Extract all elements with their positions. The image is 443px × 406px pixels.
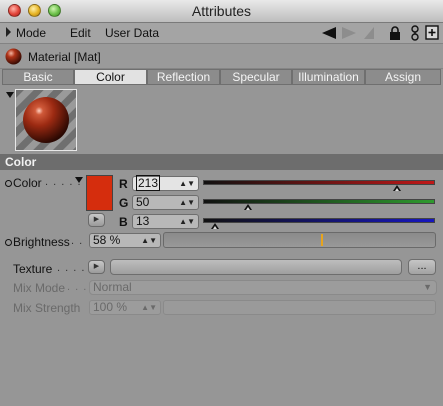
mix-mode-label: Mix Mode <box>13 281 66 295</box>
texture-browse-button[interactable]: ... <box>408 259 436 275</box>
spinner-icon[interactable]: ▲▼ <box>179 196 195 209</box>
tab-reflection[interactable]: Reflection <box>147 69 220 85</box>
node-icon[interactable] <box>409 25 421 41</box>
material-name: Material [Mat] <box>28 50 101 64</box>
tab-bar: Basic Color Reflection Specular Illumina… <box>2 69 441 86</box>
tab-label: Color <box>96 70 125 84</box>
slider-handle-inner <box>246 207 251 210</box>
tab-specular[interactable]: Specular <box>220 69 292 85</box>
tab-color[interactable]: Color <box>74 69 147 85</box>
tab-label: Reflection <box>156 70 211 84</box>
preview-toggle-icon[interactable] <box>6 92 14 98</box>
material-preview[interactable] <box>15 89 77 151</box>
channel-label-b: B <box>119 215 128 229</box>
animation-dot-icon[interactable] <box>5 180 12 187</box>
material-ball-icon <box>5 48 22 65</box>
channel-slider-b[interactable] <box>203 218 435 223</box>
menu-bar: Mode Edit User Data <box>0 23 443 44</box>
menu-edit[interactable]: Edit <box>70 26 91 40</box>
forward-arrow-icon[interactable] <box>340 26 358 40</box>
color-label: Color <box>13 176 42 190</box>
color-options-button[interactable]: ▶ <box>88 213 105 227</box>
section-header-color: Color <box>0 154 443 170</box>
texture-options-button[interactable]: ▶ <box>88 260 105 274</box>
color-picker-menu-icon[interactable] <box>75 177 83 183</box>
spinner-icon[interactable]: ▲▼ <box>179 177 195 190</box>
mix-strength-slider[interactable] <box>163 300 436 315</box>
texture-field[interactable] <box>110 259 402 275</box>
tab-label: Specular <box>232 70 280 84</box>
color-swatch[interactable] <box>86 175 113 211</box>
mix-strength-label: Mix Strength <box>13 301 81 315</box>
title-bar[interactable]: Attributes <box>0 0 443 23</box>
texture-label: Texture <box>13 262 53 276</box>
brightness-label: Brightness <box>13 235 70 249</box>
channel-input-r[interactable]: 213 ▲▼ <box>132 175 199 191</box>
channel-value: 13 <box>136 214 150 228</box>
menu-mode[interactable]: Mode <box>16 26 46 40</box>
chevron-down-icon: ▼ <box>423 282 432 292</box>
mix-mode-select[interactable]: Normal ▼ <box>89 280 437 295</box>
channel-input-b[interactable]: 13 ▲▼ <box>132 214 199 229</box>
spinner-icon: ▲▼ <box>141 303 157 312</box>
animation-dot-icon[interactable] <box>5 239 12 246</box>
menu-toggle-icon[interactable] <box>6 27 11 37</box>
mix-mode-value: Normal <box>93 280 132 294</box>
label-dots: . . . <box>67 281 88 293</box>
channel-slider-g[interactable] <box>203 199 435 204</box>
channel-value: 50 <box>136 195 150 209</box>
mix-strength-value: 100 % <box>93 300 128 314</box>
slider-handle-inner <box>394 188 399 191</box>
channel-value: 213 <box>136 175 161 191</box>
window-title: Attributes <box>191 3 252 19</box>
brightness-input[interactable]: 58 % ▲▼ <box>89 233 161 248</box>
channel-input-g[interactable]: 50 ▲▼ <box>132 195 199 210</box>
tab-label: Illumination <box>298 70 359 84</box>
mix-strength-input[interactable]: 100 % ▲▼ <box>89 300 161 315</box>
new-panel-icon[interactable] <box>425 25 439 40</box>
slider-handle-inner <box>212 226 217 229</box>
label-dots: . . <box>71 235 84 247</box>
up-arrow-icon[interactable] <box>362 26 376 40</box>
menu-user-data[interactable]: User Data <box>105 26 159 40</box>
back-arrow-icon[interactable] <box>320 26 338 40</box>
brightness-slider[interactable] <box>163 232 436 248</box>
channel-label-r: R <box>119 177 128 191</box>
spinner-icon[interactable]: ▲▼ <box>141 234 157 247</box>
tab-label: Basic <box>23 70 53 84</box>
spinner-icon[interactable]: ▲▼ <box>179 215 195 228</box>
tab-label: Assign <box>384 70 422 84</box>
brightness-value: 58 % <box>93 233 121 247</box>
tab-illumination[interactable]: Illumination <box>292 69 365 85</box>
material-header: Material [Mat] <box>0 44 443 69</box>
channel-label-g: G <box>119 196 129 210</box>
brightness-slider-marker[interactable] <box>321 234 324 246</box>
tab-basic[interactable]: Basic <box>2 69 74 85</box>
tab-assign[interactable]: Assign <box>365 69 441 85</box>
lock-icon[interactable] <box>389 26 401 40</box>
